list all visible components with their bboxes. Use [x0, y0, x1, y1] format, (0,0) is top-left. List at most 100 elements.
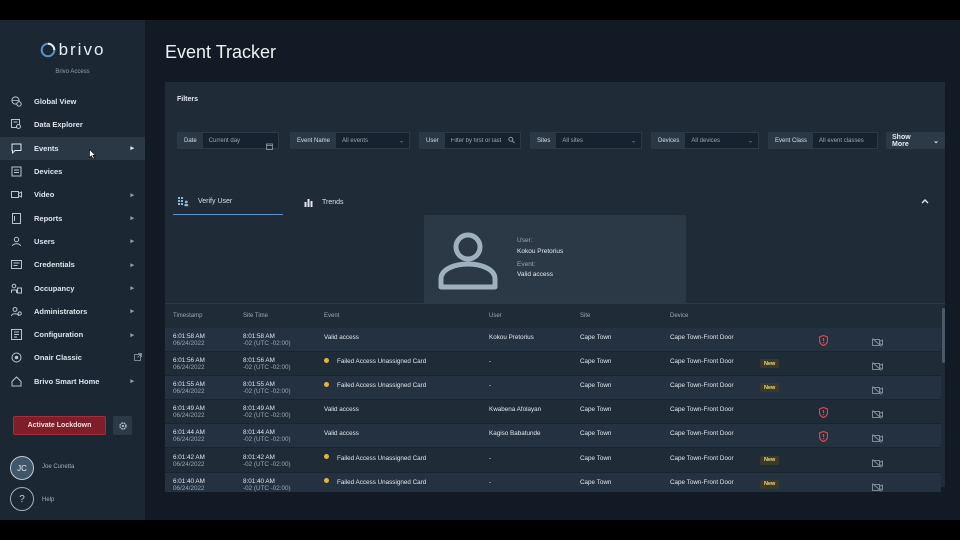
- user-filter-label: User: [420, 133, 445, 148]
- column-header-timestamp[interactable]: Timestamp: [173, 313, 202, 319]
- site-cell: Cape Town: [580, 334, 612, 341]
- event-class-filter[interactable]: Event Class All event classes: [768, 132, 878, 149]
- avatar[interactable]: JC: [10, 456, 34, 480]
- sidebar-item-events[interactable]: Events ▸: [0, 136, 145, 160]
- user-name[interactable]: Joe Cunetta: [42, 464, 74, 470]
- calendar-icon[interactable]: [266, 137, 273, 155]
- sidebar-item-configuration[interactable]: Configuration ▸: [0, 323, 145, 346]
- tab-verify-user[interactable]: Verify User: [173, 189, 283, 215]
- external-link-icon[interactable]: [134, 353, 142, 363]
- video-off-icon[interactable]: [872, 479, 883, 492]
- video-off-icon[interactable]: [872, 430, 883, 448]
- table-row[interactable]: 6:01:49 AM 06/24/2022 8:01:49 AM -02 (UTC -…: [165, 400, 941, 425]
- sites-filter[interactable]: Sites All sites ⌄: [530, 132, 642, 149]
- sidebar-item-label: Occupancy: [34, 283, 75, 293]
- video-off-icon[interactable]: [872, 334, 883, 352]
- verify-user-name: Kokou Pretorius: [517, 247, 564, 255]
- column-header-event[interactable]: Event: [324, 313, 339, 319]
- sidebar-item-users[interactable]: Users ▸: [0, 230, 145, 253]
- shield-alert-icon[interactable]: [818, 405, 829, 423]
- video-off-icon[interactable]: [872, 358, 883, 376]
- site-time-cell: 8:01:58 AM -02 (UTC -02:00): [243, 333, 291, 347]
- column-header-device[interactable]: Device: [670, 313, 688, 319]
- event-cell: Valid access: [324, 430, 359, 437]
- warning-dot-icon: [324, 382, 329, 388]
- shield-alert-icon[interactable]: [818, 429, 829, 447]
- column-header-site-time[interactable]: Site Time: [243, 313, 268, 319]
- timestamp-time: 6:01:44 AM: [173, 429, 205, 437]
- sidebar-item-onair-classic[interactable]: Onair Classic: [0, 346, 145, 369]
- sidebar-item-reports[interactable]: Reports ▸: [0, 206, 145, 229]
- table-row[interactable]: 6:01:58 AM 06/24/2022 8:01:58 AM -02 (UTC -…: [165, 328, 941, 352]
- sidebar-item-label: Onair Classic: [34, 353, 82, 363]
- site-time: 8:01:55 AM: [243, 381, 275, 389]
- event-text: Valid access: [324, 430, 359, 438]
- table-row[interactable]: 6:01:44 AM 06/24/2022 8:01:44 AM -02 (UTC -…: [165, 424, 941, 449]
- sidebar-item-devices[interactable]: Devices: [0, 160, 145, 183]
- user-filter-placeholder: Filter by first or last: [450, 137, 502, 144]
- collapse-chevron-up-icon[interactable]: [921, 197, 929, 206]
- event-text: Failed Access Unassigned Card: [337, 478, 427, 486]
- sidebar-item-administrators[interactable]: Administrators ▸: [0, 300, 145, 323]
- video-off-icon[interactable]: [872, 406, 883, 424]
- devices-filter[interactable]: Devices All devices ⌄: [651, 132, 759, 149]
- table-row[interactable]: 6:01:42 AM 06/24/2022 8:01:42 AM -02 (UTC -…: [165, 448, 941, 473]
- table-row[interactable]: 6:01:55 AM 06/24/2022 8:01:55 AM -02 (UTC -…: [165, 376, 941, 401]
- event-cell: Failed Access Unassigned Card: [324, 478, 427, 486]
- sidebar-item-data-explorer[interactable]: Data Explorer: [0, 113, 145, 136]
- timestamp-time: 6:01:55 AM: [173, 381, 205, 389]
- timestamp-date: 06/24/2022: [173, 340, 205, 347]
- user-filter[interactable]: User Filter by first or last: [419, 132, 521, 149]
- event-cell: Failed Access Unassigned Card: [324, 454, 426, 462]
- video-off-icon[interactable]: [872, 455, 883, 473]
- column-header-site[interactable]: Site: [580, 313, 590, 319]
- chevron-down-icon: ⌄: [933, 137, 939, 145]
- event-class-select[interactable]: All event classes: [813, 133, 877, 148]
- help-label[interactable]: Help: [42, 497, 54, 503]
- search-icon[interactable]: [508, 136, 515, 145]
- timestamp-date: 06/24/2022: [173, 412, 205, 420]
- grid-user-icon: [178, 196, 189, 206]
- timestamp-date: 06/24/2022: [173, 460, 205, 468]
- warning-dot-icon: [324, 478, 329, 484]
- sidebar-nav: Global View Data Explorer Events ▸ Devices Vi…: [0, 90, 145, 393]
- table-scrollbar[interactable]: [942, 308, 945, 363]
- sidebar-item-video[interactable]: Video ▸: [0, 183, 145, 206]
- show-more-button[interactable]: Show More ⌄: [886, 132, 945, 149]
- site-timezone: -02 (UTC -02:00): [243, 364, 291, 372]
- shield-alert-icon[interactable]: [818, 333, 829, 351]
- table-row[interactable]: 6:01:40 AM 06/24/2022 8:01:40 AM -02 (UTC -…: [165, 472, 941, 492]
- sites-select[interactable]: All sites ⌄: [556, 133, 641, 148]
- sidebar-item-occupancy[interactable]: Occupancy ▸: [0, 276, 145, 299]
- video-off-icon[interactable]: [872, 382, 883, 400]
- site-timezone: -02 (UTC -02:00): [243, 484, 291, 492]
- verify-user-key: User:: [517, 237, 533, 244]
- activate-lockdown-button[interactable]: Activate Lockdown: [13, 416, 106, 435]
- tab-trends[interactable]: Trends: [304, 189, 394, 215]
- devices-select[interactable]: All devices ⌄: [685, 133, 758, 148]
- user-filter-input[interactable]: Filter by first or last: [445, 133, 520, 148]
- sidebar-item-credentials[interactable]: Credentials ▸: [0, 253, 145, 276]
- event-name-filter[interactable]: Event Name All events ⌄: [290, 132, 410, 149]
- date-filter[interactable]: Date Current day: [177, 132, 279, 150]
- sidebar-item-global-view[interactable]: Global View: [0, 90, 145, 113]
- new-badge: New: [760, 359, 780, 369]
- sidebar-item-brivo-smart-home[interactable]: Brivo Smart Home ▸: [0, 370, 145, 393]
- home-icon: [11, 375, 22, 387]
- event-name-select[interactable]: All events ⌄: [336, 133, 409, 148]
- settings-button[interactable]: [113, 416, 132, 435]
- event-cell: Valid access: [324, 406, 359, 413]
- brivo-logo[interactable]: brivo: [40, 40, 106, 60]
- help-icon[interactable]: ?: [10, 487, 34, 511]
- tab-bar: Verify User Trends: [173, 189, 937, 215]
- sidebar-item-label: Reports: [34, 213, 63, 223]
- brand: brivo Brivo Access: [0, 40, 145, 75]
- sidebar-item-label: Events: [34, 143, 59, 153]
- table-row[interactable]: 6:01:56 AM 06/24/2022 8:01:56 AM -02 (UTC -…: [165, 352, 941, 377]
- site-time: 8:01:49 AM: [243, 405, 275, 413]
- sidebar-item-label: Configuration: [34, 330, 84, 340]
- user-cell: Kokou Pretorius: [489, 334, 534, 341]
- column-header-user[interactable]: User: [489, 313, 502, 319]
- device-cell: Cape Town-Front Door: [670, 334, 734, 341]
- site-time: 8:01:58 AM: [243, 333, 275, 340]
